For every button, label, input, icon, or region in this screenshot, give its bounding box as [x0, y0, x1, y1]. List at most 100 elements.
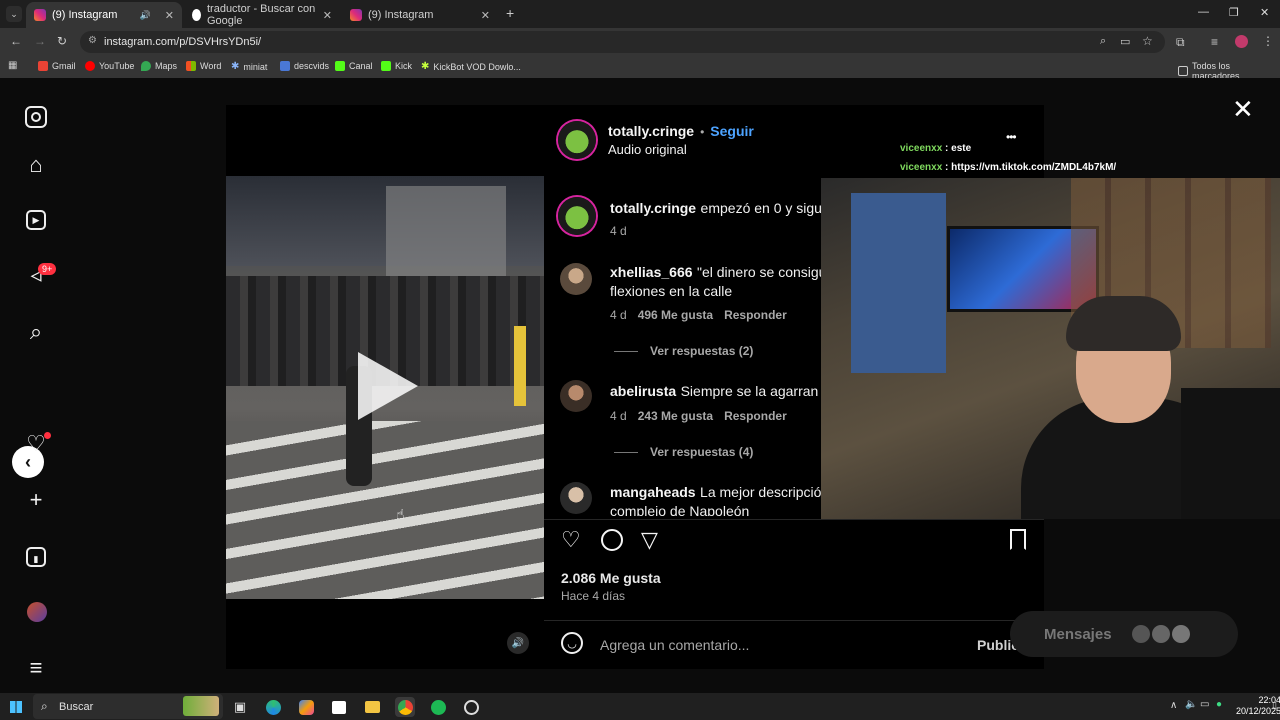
file-explorer-icon[interactable] [362, 697, 382, 717]
more-options-icon[interactable]: ••• [1006, 130, 1017, 144]
play-icon[interactable] [358, 352, 418, 420]
chat-message: viceenxx : https://vm.tiktok.com/ZMDL4b7… [900, 162, 1117, 173]
network-icon[interactable]: ▭ [1200, 699, 1209, 710]
address-bar[interactable]: ⚙ instagram.com/p/DSVHrsYDn5i/ ⌕ ▭ ☆ [80, 31, 1165, 53]
follow-button[interactable]: Seguir [710, 123, 754, 139]
close-window-icon[interactable]: ✕ [1260, 6, 1269, 19]
tab-title: (9) Instagram [52, 9, 118, 21]
search-icon[interactable]: ⌕ [22, 318, 50, 346]
whatsapp-icon[interactable]: ● [1216, 699, 1222, 710]
author-avatar[interactable] [558, 121, 596, 159]
profile-avatar[interactable] [27, 602, 47, 622]
menu-icon[interactable]: ⋮ [1262, 34, 1274, 48]
bookmark-maps[interactable]: Maps [141, 61, 177, 71]
reply-button[interactable]: Responder [724, 409, 787, 423]
new-tab-button[interactable]: + [506, 5, 514, 21]
close-tab-icon[interactable]: ✕ [481, 9, 490, 22]
reload-icon[interactable]: ↻ [57, 34, 67, 48]
webcam-hair [1066, 296, 1181, 351]
home-icon[interactable]: ⌂ [22, 151, 50, 179]
edge-icon[interactable] [263, 697, 283, 717]
instagram-logo-icon[interactable] [22, 103, 50, 131]
tab-instagram-2[interactable]: (9) Instagram ✕ [342, 2, 498, 28]
comment-username[interactable]: abelirusta [610, 383, 676, 399]
video-pole [514, 326, 526, 406]
author-username[interactable]: totally.cringe [608, 123, 694, 139]
copilot-icon[interactable] [296, 697, 316, 717]
bookmark-kick[interactable]: Kick [381, 61, 412, 71]
tray-chevron-icon[interactable]: ∧ [1170, 700, 1177, 711]
likes-count[interactable]: 2.086 Me gusta [561, 570, 661, 586]
restore-icon[interactable]: ❐ [1229, 6, 1239, 19]
more-menu-icon[interactable]: ≡ [22, 654, 50, 682]
tab-instagram-1[interactable]: (9) Instagram 🔊 ✕ [26, 2, 182, 28]
like-heart-icon[interactable]: ♡ [561, 527, 581, 553]
profile-avatar[interactable] [1235, 35, 1248, 48]
volume-icon[interactable]: 🔈 [1185, 699, 1197, 710]
comment-username[interactable]: mangaheads [610, 484, 696, 500]
caption-username[interactable]: totally.cringe [610, 200, 696, 216]
comment-icon[interactable] [601, 529, 623, 551]
view-replies-button[interactable]: Ver respuestas (2) [614, 344, 753, 358]
comment-age: 4 d [610, 308, 627, 322]
bookmarks-bar: ▦ Gmail YouTube Maps Word ✱ miniat descvi… [0, 56, 1280, 81]
comment-username[interactable]: xhellias_666 [610, 264, 693, 280]
kickbot-icon: ✱ [421, 61, 430, 72]
share-icon[interactable]: ▽ [641, 527, 658, 553]
apps-grid-icon[interactable]: ▦ [8, 60, 17, 71]
bookmark-word[interactable]: Word [186, 61, 221, 71]
bookmark-gmail[interactable]: Gmail [38, 61, 76, 71]
bookmark-youtube[interactable]: YouTube [85, 61, 134, 71]
comment-clip: mangaheads La mejor descripción complejo… [544, 476, 824, 516]
site-info-icon[interactable]: ⚙ [88, 35, 97, 46]
reels-icon[interactable]: ▶ [22, 206, 50, 234]
comment-likes[interactable]: 496 Me gusta [638, 308, 713, 322]
reply-button[interactable]: Responder [724, 308, 787, 322]
obs-icon[interactable] [461, 697, 481, 717]
bookmark-canal[interactable]: Canal [335, 61, 373, 71]
comment-avatar[interactable] [560, 263, 592, 295]
dashboard-icon[interactable]: ▮ [22, 543, 50, 571]
comment-avatar[interactable] [560, 482, 592, 514]
close-tab-icon[interactable]: ✕ [165, 9, 174, 22]
extensions-icon[interactable]: ⧉ [1176, 35, 1185, 50]
create-plus-icon[interactable]: + [22, 486, 50, 514]
speaker-icon[interactable]: 🔊 [140, 10, 151, 21]
view-replies-label: Ver respuestas (4) [650, 445, 754, 459]
tab-google[interactable]: traductor - Buscar con Google ✕ [184, 2, 340, 28]
forward-icon[interactable]: → [34, 34, 46, 48]
bookmark-miniat[interactable]: ✱ miniat [231, 61, 267, 72]
store-icon[interactable] [329, 697, 349, 717]
tab-search-button[interactable]: ⌄ [6, 6, 22, 22]
notifications-icon[interactable]: ▯ [1272, 700, 1277, 711]
webcam-door [851, 193, 946, 373]
windows-start-icon[interactable] [6, 697, 26, 717]
view-replies-button[interactable]: Ver respuestas (4) [614, 445, 753, 459]
close-tab-icon[interactable]: ✕ [323, 9, 332, 22]
bookmark-star-icon[interactable]: ☆ [1142, 34, 1153, 48]
divider [544, 519, 1044, 520]
bookmark-descvids[interactable]: descvids [280, 61, 329, 71]
caption-avatar[interactable] [558, 197, 596, 235]
spotify-icon[interactable] [428, 697, 448, 717]
cursor-icon: ☝ [396, 506, 405, 522]
back-icon[interactable]: ← [10, 34, 22, 48]
comment-input[interactable]: Agrega un comentario... [600, 637, 749, 653]
bookmark-kickbot[interactable]: ✱ KickBot VOD Dowlo... [421, 61, 521, 72]
messages-pill[interactable]: Mensajes [1010, 611, 1238, 657]
notification-dot [44, 432, 51, 439]
chrome-icon[interactable] [395, 697, 415, 717]
cast-icon[interactable]: ▭ [1120, 35, 1130, 48]
comment-avatar[interactable] [560, 380, 592, 412]
task-view-icon[interactable]: ▣ [230, 697, 250, 717]
minimize-icon[interactable]: — [1198, 6, 1209, 18]
zoom-icon[interactable]: ⌕ [1100, 35, 1106, 48]
media-icon[interactable]: ≡ [1211, 35, 1218, 49]
emoji-icon[interactable]: ◡ [561, 632, 583, 654]
comment-likes[interactable]: 243 Me gusta [638, 409, 713, 423]
volume-icon[interactable]: 🔊 [507, 632, 529, 654]
chat-message: viceenxx : este [900, 143, 972, 154]
taskbar-search[interactable]: ⌕ Buscar [33, 694, 223, 719]
audio-link[interactable]: Audio original [608, 142, 687, 157]
close-icon[interactable]: ✕ [1232, 96, 1254, 122]
